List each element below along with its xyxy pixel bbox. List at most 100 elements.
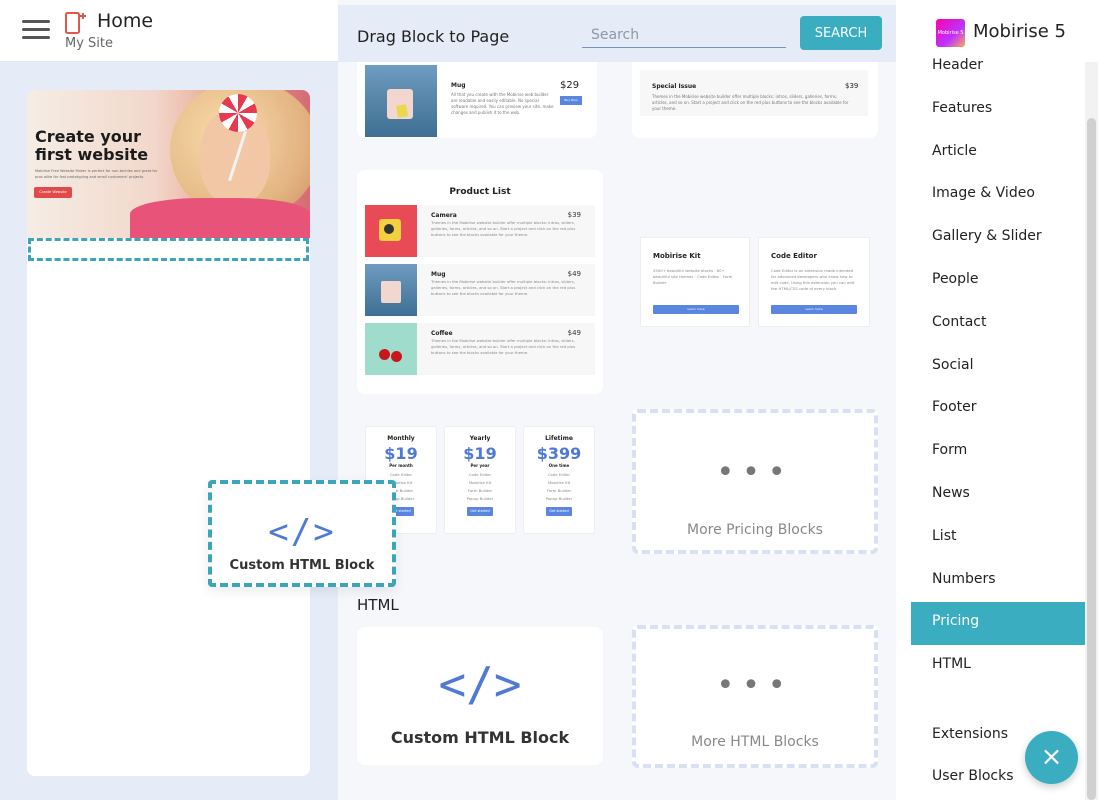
category-item-news[interactable]: News [911, 474, 1085, 517]
category-item-footer[interactable]: Footer [911, 388, 1085, 431]
product-name: Mug [431, 271, 446, 278]
camera-image [365, 205, 417, 257]
left-panel: Home My Site Create your first website M… [0, 0, 338, 800]
pricing-period: Per month [389, 463, 413, 468]
pricing-feature: Code Editor [547, 472, 571, 477]
product-row: Coffee $49 Themes in the Mobirise websit… [365, 323, 595, 375]
dragged-block-ghost[interactable]: </> Custom HTML Block [208, 480, 396, 587]
category-item-header[interactable]: Header [911, 46, 1085, 89]
feature-card-title: Mobirise Kit [653, 252, 701, 260]
mug-buy-button: Buy Now [560, 96, 582, 105]
feature-card-title: Code Editor [771, 252, 817, 260]
feature-card-button: Learn more [771, 305, 857, 314]
feature-card: Mobirise Kit 2500+ beautiful website blo… [640, 237, 750, 327]
category-item-image-video[interactable]: Image & Video [911, 174, 1085, 217]
pricing-feature: Mobirise Kit [547, 480, 571, 485]
hero-text: Mobirise Free Website Maker is perfect f… [35, 169, 158, 179]
mug-price: $29 [560, 80, 580, 91]
special-issue-price: $39 [845, 82, 859, 90]
category-item-social[interactable]: Social [911, 346, 1085, 389]
pricing-plan: Yearly [469, 435, 491, 442]
page-title[interactable]: Home [97, 10, 153, 32]
mobirise-logo: Mobirise 5 [936, 19, 965, 47]
block-thumb-product-list[interactable]: Product List Camera $39 Themes in the Mo… [357, 170, 603, 394]
feature-card-body: 2500+ beautiful website blocks · 80+ bea… [653, 268, 733, 285]
special-issue-name: Special Issue [652, 83, 697, 90]
category-item-pricing[interactable]: Pricing [911, 602, 1085, 646]
code-icon: </> [268, 512, 336, 552]
product-list-title: Product List [449, 187, 511, 197]
feature-card: Code Editor Code Editor is an extension … [758, 237, 870, 327]
cherry-image [365, 323, 417, 375]
category-sidebar: Mobirise 5 Mobirise 5 Header Features Ar… [896, 0, 1100, 800]
category-item-contact[interactable]: Contact [911, 303, 1085, 346]
hero-image-shirt [130, 198, 310, 238]
hero-title: Create your first website [35, 127, 149, 164]
pricing-plan: Monthly [387, 435, 415, 442]
product-desc: Themes in the Mobirise website builder o… [431, 279, 576, 296]
search-button[interactable]: SEARCH [800, 16, 882, 50]
category-item-features[interactable]: Features [911, 89, 1085, 132]
page-preview[interactable]: Create your first website Mobirise Free … [27, 90, 310, 776]
product-price: $39 [567, 211, 581, 219]
pricing-feature: Code Editor [468, 472, 492, 477]
mug-name: Mug [451, 82, 466, 89]
product-desc: Themes in the Mobirise website builder o… [431, 338, 576, 355]
category-item-extensions[interactable]: Extensions [932, 726, 1008, 742]
blocks-panel: Drag Block to Page SEARCH Mug $29 All th… [338, 0, 896, 800]
category-item-people[interactable]: People [911, 260, 1085, 303]
special-issue-desc: Themes in the Mobirise website builder o… [652, 94, 849, 111]
search-input[interactable] [582, 22, 786, 48]
pricing-amount: $19 [384, 444, 418, 463]
more-html-label: More HTML Blocks [691, 734, 819, 750]
hero-block[interactable]: Create your first website Mobirise Free … [27, 90, 310, 238]
more-html-blocks[interactable]: ••• More HTML Blocks [632, 625, 878, 768]
category-item-html[interactable]: HTML [911, 645, 1085, 688]
block-thumb-features-cards[interactable]: Mobirise Kit 2500+ beautiful website blo… [640, 237, 872, 327]
product-row: Camera $39 Themes in the Mobirise websit… [365, 205, 595, 257]
pricing-feature: Mobirise Kit [468, 480, 492, 485]
pricing-period: Per year [470, 463, 490, 468]
hamburger-menu-icon[interactable] [22, 20, 50, 40]
product-name: Coffee [431, 330, 453, 337]
product-desc: Themes in the Mobirise website builder o… [431, 220, 576, 237]
pricing-amount: $399 [536, 444, 582, 463]
sidebar-scrollbar-thumb[interactable] [1087, 118, 1096, 800]
custom-html-label: Custom HTML Block [390, 728, 570, 747]
product-price: $49 [567, 270, 581, 278]
pricing-column: Yearly $19 Per year Code Editor Mobirise… [444, 426, 516, 534]
block-thumb-special-issue[interactable]: Special Issue $39 Themes in the Mobirise… [632, 62, 878, 138]
hero-button[interactable]: Create Website [34, 187, 72, 198]
drop-zone-indicator[interactable] [28, 238, 309, 261]
site-subtitle[interactable]: My Site [65, 36, 113, 51]
page-icon [65, 12, 86, 34]
block-thumb-mug[interactable]: Mug $29 All that you create with the Mob… [357, 62, 597, 138]
category-item-article[interactable]: Article [911, 132, 1085, 175]
pricing-column: Lifetime $399 One time Code Editor Mobir… [523, 426, 595, 534]
close-icon[interactable]: × [1025, 731, 1078, 784]
blocks-panel-header: Drag Block to Page SEARCH [338, 5, 896, 62]
category-item-user-blocks[interactable]: User Blocks [932, 768, 1014, 784]
pricing-period: One time [548, 463, 570, 468]
code-icon: </> [438, 657, 522, 711]
product-name: Camera [431, 212, 457, 219]
feature-card-button: Learn more [653, 305, 739, 314]
pricing-feature: Popup Builder [466, 496, 494, 501]
more-dots-icon: ••• [716, 668, 794, 703]
block-thumb-custom-html[interactable]: </> Custom HTML Block [357, 627, 603, 765]
pricing-feature: Code Editor [389, 472, 413, 477]
category-item-gallery-slider[interactable]: Gallery & Slider [911, 217, 1085, 260]
category-item-list[interactable]: List [911, 517, 1085, 560]
pricing-feature: Form Builder [546, 488, 572, 493]
pricing-feature: Popup Builder [545, 496, 573, 501]
pricing-plan: Lifetime [545, 435, 573, 442]
more-dots-icon: ••• [716, 455, 794, 490]
product-row: Mug $49 Themes in the Mobirise website b… [365, 264, 595, 316]
category-item-numbers[interactable]: Numbers [911, 560, 1085, 603]
product-price: $49 [567, 329, 581, 337]
feature-card-body: Code Editor is an extension made intende… [771, 268, 855, 291]
category-item-form[interactable]: Form [911, 431, 1085, 474]
pricing-amount: $19 [463, 444, 497, 463]
more-pricing-blocks[interactable]: ••• More Pricing Blocks [632, 409, 878, 554]
top-bar: Home My Site [0, 0, 338, 62]
